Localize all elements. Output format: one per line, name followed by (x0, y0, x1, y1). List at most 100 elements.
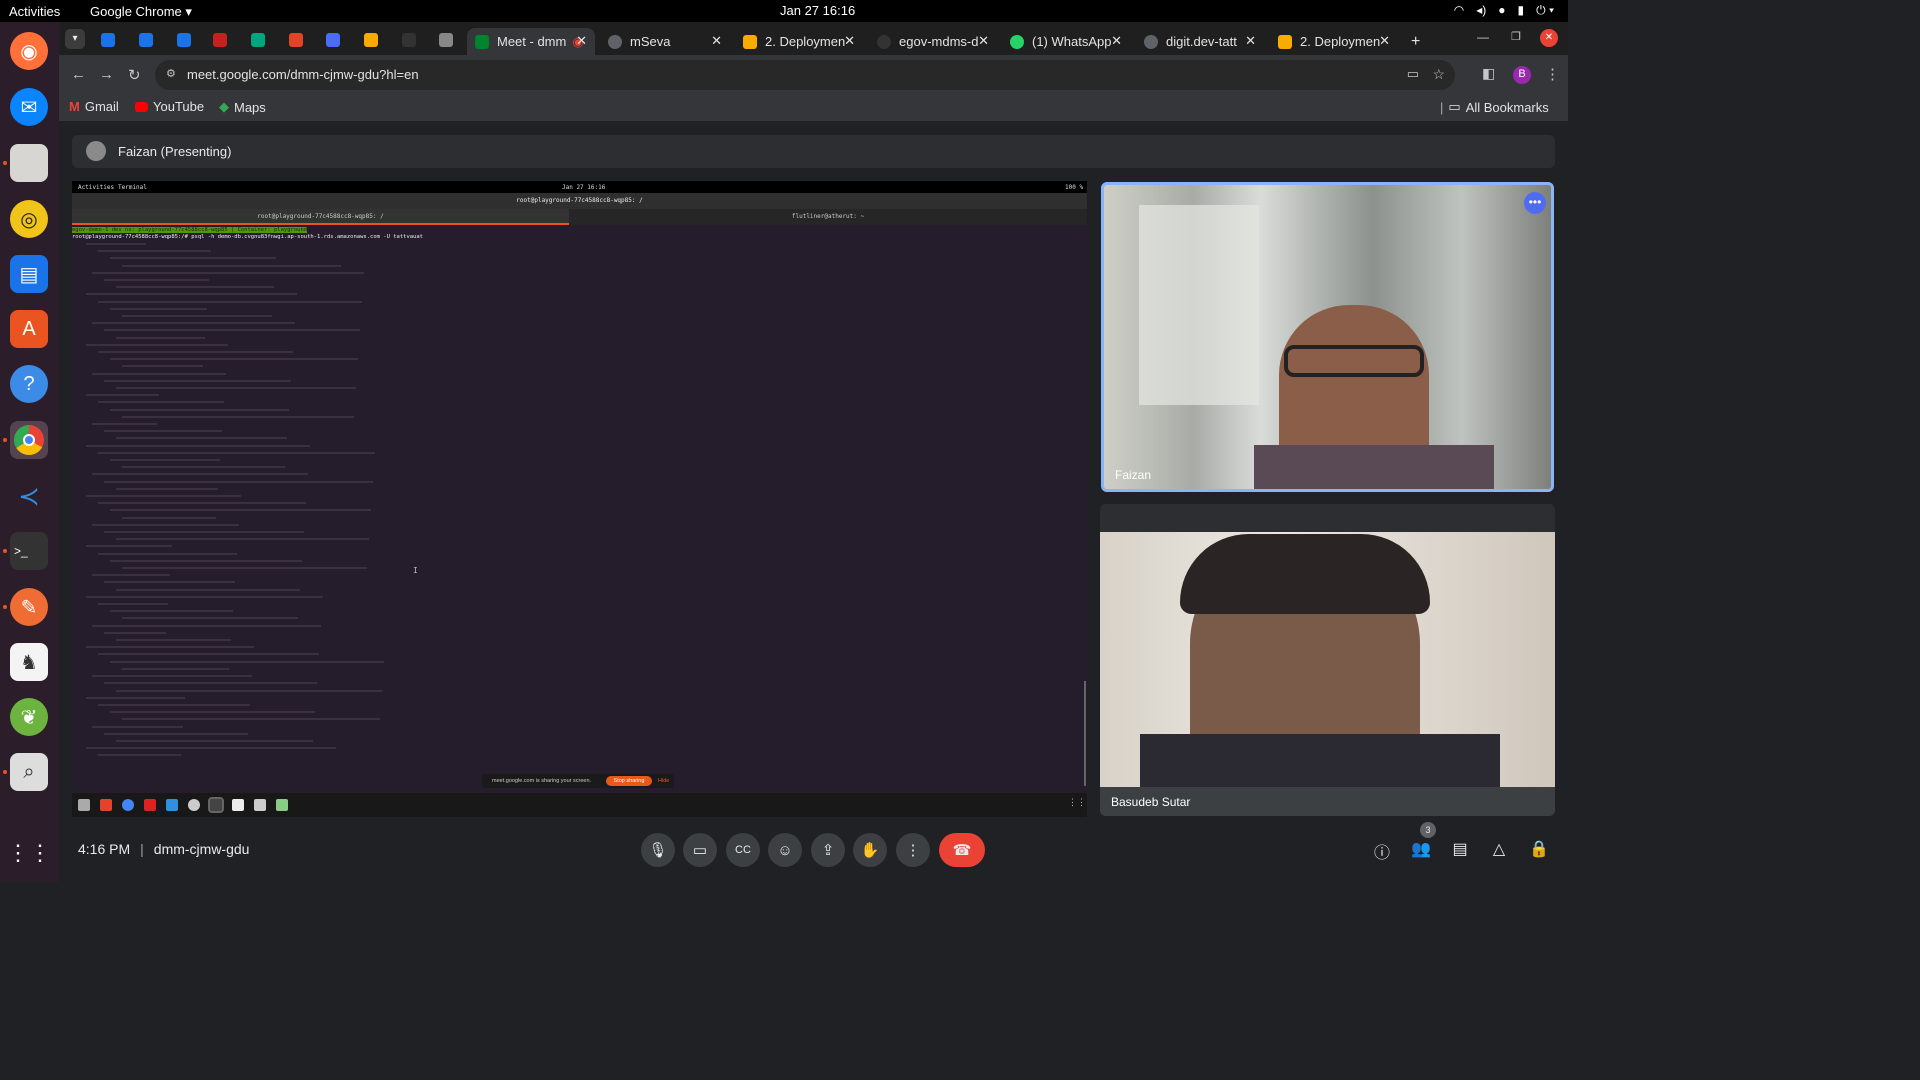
terminal-faint-line (72, 508, 1087, 515)
terminal-faint-line (72, 558, 1087, 565)
terminal-faint-line (72, 450, 1087, 457)
terminal-faint-line (72, 681, 1087, 688)
activities-button[interactable]: △ (1488, 839, 1510, 861)
app-center-icon[interactable]: A (10, 310, 48, 348)
bookmark-youtube[interactable]: YouTube (135, 99, 204, 114)
participant-tile-basudeb[interactable]: Basudeb Sutar (1100, 504, 1555, 816)
link-tab-icon[interactable] (326, 33, 340, 47)
microphone-button[interactable]: 🎙 (641, 833, 675, 867)
close-tab-icon[interactable]: ✕ (576, 33, 587, 49)
files-icon[interactable] (10, 144, 48, 182)
tab-whatsapp[interactable]: (1) WhatsApp ✕ (1002, 28, 1130, 55)
terminal-icon[interactable]: >_ (10, 532, 48, 570)
restore-icon[interactable]: ❐ (1511, 30, 1521, 43)
chrome-icon[interactable] (10, 421, 48, 459)
rhythmbox-icon[interactable]: ◎ (10, 200, 48, 238)
tab-meet[interactable]: Meet - dmm ◉ ✕ (467, 28, 595, 55)
tab-egov-mdms[interactable]: egov-mdms-d ✕ (869, 28, 997, 55)
gimp-icon[interactable]: ♞ (10, 643, 48, 681)
bookmark-star-icon[interactable]: ☆ (1432, 66, 1445, 83)
tab-strip: ▾ Meet - dmm ◉ ✕ mSeva ✕ 2. Deploymen ✕ egov… (59, 22, 1568, 55)
tab-search-chevron-icon[interactable]: ▾ (65, 29, 85, 49)
terminal-faint-line (72, 602, 1087, 609)
tab-deployment[interactable]: 2. Deploymen ✕ (1270, 28, 1398, 55)
people-button[interactable]: 👥 3 (1410, 822, 1436, 861)
presenter-label: Faizan (Presenting) (118, 144, 232, 159)
reactions-button[interactable]: ☺ (768, 833, 802, 867)
forward-icon[interactable]: → (99, 66, 114, 83)
more-options-icon[interactable]: ••• (1524, 192, 1546, 214)
firefox-icon[interactable]: ◉ (10, 32, 48, 70)
active-app-menu[interactable]: Google Chrome ▾ (90, 4, 192, 20)
people-icon: 👥 (1411, 841, 1431, 858)
presenter-avatar (86, 141, 106, 161)
meeting-info: 4:16 PM | dmm-cjmw-gdu (78, 841, 250, 857)
profile-avatar[interactable]: B (1513, 66, 1531, 84)
back-icon[interactable]: ← (71, 66, 86, 83)
tab-mseva[interactable]: mSeva ✕ (600, 28, 730, 55)
terminal-faint-line (72, 393, 1087, 400)
side-panel-icon[interactable]: ◧ (1482, 65, 1495, 82)
system-clock[interactable]: Jan 27 16:16 (780, 3, 855, 18)
close-tab-icon[interactable]: ✕ (978, 33, 989, 49)
close-tab-icon[interactable]: ✕ (1379, 33, 1390, 49)
close-tab-icon[interactable]: ✕ (1111, 33, 1122, 49)
shared-clock: Jan 27 16:16 (562, 184, 606, 191)
close-tab-icon[interactable]: ✕ (1245, 33, 1256, 49)
thunderbird-icon[interactable]: ✉ (10, 88, 48, 126)
terminal-faint-line (72, 515, 1087, 522)
bookmark-maps[interactable]: ◆ Maps (219, 99, 266, 115)
meeting-details-button[interactable]: ⓘ (1371, 839, 1393, 862)
more-options-button[interactable]: ⋮ (896, 833, 930, 867)
github-tab-icon[interactable] (402, 33, 416, 47)
chrome-menu-icon[interactable]: ⋮ (1545, 65, 1560, 83)
app-grid-icon[interactable]: ⋮⋮ (7, 834, 51, 872)
help-icon[interactable]: ? (10, 365, 48, 403)
chat-button[interactable]: ▤ (1449, 839, 1471, 861)
close-tab-icon[interactable]: ✕ (844, 33, 855, 49)
tab-digit-dev[interactable]: digit.dev-tatt ✕ (1136, 28, 1264, 55)
search-icon[interactable]: ⌕ (10, 753, 48, 791)
pinned-tab-icon[interactable] (139, 33, 153, 47)
address-bar[interactable]: ⚙ meet.google.com/dmm-cjmw-gdu?hl=en ▭ ☆ (155, 60, 1455, 90)
gitlab-tab-icon[interactable] (289, 33, 303, 47)
participant-tile-faizan[interactable]: ••• Faizan (1101, 182, 1554, 492)
close-tab-icon[interactable]: ✕ (711, 33, 722, 49)
minimize-icon[interactable]: — (1477, 30, 1489, 44)
captions-button[interactable]: CC (726, 833, 760, 867)
spring-icon[interactable]: ❦ (10, 698, 48, 736)
pinned-tab-icon[interactable] (177, 33, 191, 47)
raise-hand-button[interactable]: ✋ (853, 833, 887, 867)
postman-icon[interactable]: ✎ (10, 588, 48, 626)
shared-app-label: Terminal (118, 184, 147, 191)
libreoffice-writer-icon[interactable]: ▤ (10, 255, 48, 293)
terminal-faint-line (72, 378, 1087, 385)
gitlab-tab-icon[interactable] (439, 33, 453, 47)
site-info-icon[interactable]: ⚙ (166, 67, 176, 80)
all-bookmarks[interactable]: | ▭ All Bookmarks (1440, 99, 1549, 115)
vscode-icon[interactable]: ≺ (10, 477, 48, 515)
activities-button[interactable]: Activities (9, 4, 60, 19)
slack-tab-icon[interactable] (364, 33, 378, 47)
terminal-faint-line (72, 299, 1087, 306)
new-tab-button[interactable]: + (1403, 28, 1427, 55)
host-controls-button[interactable]: 🔒 (1528, 839, 1550, 861)
close-window-icon[interactable]: ✕ (1540, 29, 1558, 47)
present-button[interactable]: ⇪ (811, 833, 845, 867)
leave-call-button[interactable]: ☎ (939, 833, 985, 867)
terminal-faint-line (72, 587, 1087, 594)
tab-label: 2. Deploymen (1300, 34, 1381, 49)
camera-button[interactable]: ▭ (683, 833, 717, 867)
reload-icon[interactable]: ↻ (128, 66, 141, 84)
pinned-tab-icon[interactable] (101, 33, 115, 47)
system-tray[interactable]: ◠ ◂) ● ▮ ⏻ ▾ (1454, 3, 1554, 18)
chatgpt-tab-icon[interactable] (251, 33, 265, 47)
tab-deployment[interactable]: 2. Deploymen ✕ (735, 28, 863, 55)
bookmark-gmail[interactable]: M Gmail (69, 99, 119, 114)
terminal-faint-line (72, 753, 1087, 760)
gmail-tab-icon[interactable] (213, 33, 227, 47)
tab-label: mSeva (630, 34, 671, 49)
camera-in-use-icon[interactable]: ▭ (1407, 66, 1419, 82)
terminal-tabs: root@playground-77c4588cc8-wqp85: / flut… (72, 209, 1087, 225)
terminal-faint-line (72, 486, 1087, 493)
